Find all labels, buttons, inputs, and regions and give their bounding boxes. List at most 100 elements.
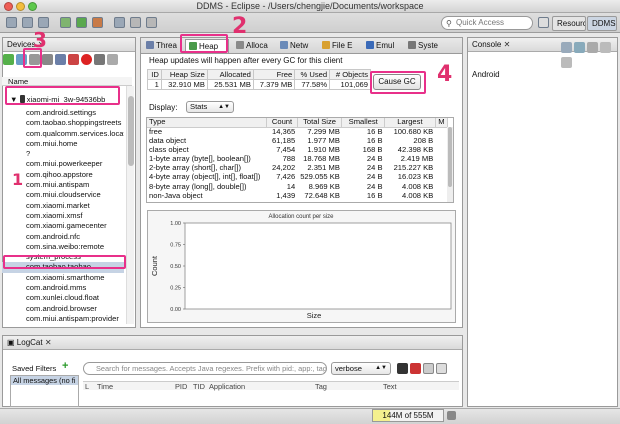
save-log-icon[interactable]: [397, 363, 408, 374]
stats-header-cell[interactable]: Total Size: [297, 117, 343, 128]
cause-gc-icon[interactable]: [42, 54, 53, 65]
scroll-lock-icon[interactable]: [436, 363, 447, 374]
summary-data-row[interactable]: 1 32.910 MB 25.531 MB 7.379 MB 77.58% 101,069: [147, 79, 371, 90]
summary-header-cell: Heap Size: [160, 69, 208, 80]
process-row[interactable]: ?: [2, 149, 124, 159]
tab-file-e[interactable]: File E: [319, 39, 359, 54]
perspective-ddms[interactable]: DDMS: [587, 16, 617, 31]
stats-header-row: Type Count Total Size Smallest Largest M: [147, 117, 449, 128]
stats-row[interactable]: free 14,365 7.299 MB 16 B 100.680 KB: [147, 127, 448, 136]
process-row[interactable]: com.android.browser: [2, 304, 124, 314]
open-console-icon[interactable]: [587, 42, 598, 53]
process-row[interactable]: com.xiaomi.xmsf: [2, 211, 124, 221]
process-row[interactable]: com.android.mms: [2, 283, 124, 293]
logcat-column-tid[interactable]: TID: [193, 382, 205, 391]
stats-row[interactable]: non-Java object 1,439 72.648 KB 16 B 4.008 K…: [147, 191, 448, 201]
console-title: Console: [472, 40, 502, 49]
run-icon[interactable]: [76, 17, 87, 28]
filter-all-messages[interactable]: All messages (no fi: [11, 376, 78, 385]
stats-cell: [435, 127, 447, 136]
annotation-box-heap-tab: [180, 34, 228, 53]
stop-process-icon[interactable]: [81, 54, 92, 65]
display-console-icon[interactable]: [574, 42, 585, 53]
logcat-column-text[interactable]: Text: [383, 382, 397, 391]
close-view-icon[interactable]: ✕: [45, 338, 52, 347]
stats-header-cell[interactable]: Largest: [384, 117, 436, 128]
process-row[interactable]: com.qualcomm.services.locat: [2, 129, 124, 139]
summary-cell: 25.531 MB: [206, 79, 254, 90]
process-row[interactable]: com.xiaomi.market: [2, 201, 124, 211]
quick-access-input[interactable]: ⚲ Quick Access: [441, 16, 533, 30]
search-icon[interactable]: [114, 17, 125, 28]
process-row[interactable]: com.xiaomi.smarthome: [2, 273, 124, 283]
screen-capture-icon[interactable]: [94, 54, 105, 65]
heap-status[interactable]: 144M of 555M: [372, 409, 444, 422]
console-toolbar: [560, 40, 620, 70]
external-tools-icon[interactable]: [92, 17, 103, 28]
logcat-column-time[interactable]: Time: [97, 382, 113, 391]
back-icon[interactable]: [130, 17, 141, 28]
process-row[interactable]: com.miui.cloudservice: [2, 190, 124, 200]
process-row[interactable]: com.miui.antispam:provider: [2, 314, 124, 324]
chart-y-tick-label: 0.75: [170, 243, 181, 249]
saved-filters-label: Saved Filters: [12, 364, 57, 373]
chart-y-tick-label: 0.50: [170, 264, 181, 270]
logcat-search-input[interactable]: Search for messages. Accepts Java regexe…: [83, 362, 327, 375]
print-icon[interactable]: [38, 17, 49, 28]
process-row[interactable]: com.xunlei.cloud.float: [2, 293, 124, 303]
update-threads-icon[interactable]: [55, 54, 66, 65]
logcat-column-header: L Time PID TID Application Tag Text: [83, 381, 459, 391]
scrollbar-thumb[interactable]: [128, 96, 134, 166]
log-level-select[interactable]: verbose ▲▼: [331, 362, 391, 375]
minimize-view-icon[interactable]: [600, 42, 611, 53]
stats-row[interactable]: 4-byte array (object[], int[], float[]) 7…: [147, 173, 448, 182]
process-list-scrollbar[interactable]: [126, 86, 134, 324]
stats-cell: [435, 192, 447, 201]
process-list: com.android.settings com.taobao.shoppings…: [2, 108, 124, 326]
process-row[interactable]: com.miui.powerkeeper: [2, 159, 124, 169]
stats-header-cell[interactable]: M: [435, 117, 449, 128]
logcat-column-l[interactable]: L: [85, 382, 89, 391]
pin-console-icon[interactable]: [561, 42, 572, 53]
debug-process-icon[interactable]: [3, 54, 14, 65]
start-tracing-icon[interactable]: [68, 54, 79, 65]
save-icon[interactable]: [22, 17, 33, 28]
close-view-icon[interactable]: ✕: [504, 40, 511, 49]
name-column-header[interactable]: Name: [2, 77, 132, 86]
maximize-view-icon[interactable]: [561, 57, 572, 68]
stats-header-cell[interactable]: Count: [266, 117, 298, 128]
debug-icon[interactable]: [60, 17, 71, 28]
tab-emul[interactable]: Emul: [363, 39, 401, 54]
logcat-column-application[interactable]: Application: [209, 382, 245, 391]
console-panel: Console ✕ Android: [467, 37, 618, 407]
stats-header-cell[interactable]: Type: [147, 117, 268, 128]
process-row[interactable]: com.xiaomi.gamecenter: [2, 221, 124, 231]
quick-access-placeholder: Quick Access: [456, 18, 505, 27]
stats-cell: 14,365: [272, 126, 296, 136]
process-row[interactable]: com.miui.home: [2, 139, 124, 149]
view-menu-icon[interactable]: [107, 54, 118, 65]
display-select[interactable]: Stats ▲▼: [186, 101, 234, 113]
scrollbar-thumb[interactable]: [448, 127, 452, 187]
process-row[interactable]: com.android.settings: [2, 108, 124, 118]
tab-netw[interactable]: Netw: [277, 39, 315, 54]
stats-scrollbar[interactable]: [447, 127, 453, 202]
tab-threa[interactable]: Threa: [143, 39, 181, 54]
toggle-filters-icon[interactable]: [423, 363, 434, 374]
perspective-resource[interactable]: Resource: [552, 16, 586, 31]
clear-log-icon[interactable]: [410, 363, 421, 374]
new-icon[interactable]: [6, 17, 17, 28]
process-row[interactable]: com.sina.weibo:remote: [2, 242, 124, 252]
logcat-column-tag[interactable]: Tag: [315, 382, 327, 391]
process-row[interactable]: com.taobao.shoppingstreets: [2, 118, 124, 128]
run-gc-icon[interactable]: [447, 411, 456, 420]
chart-y-tick-label: 1.00: [170, 221, 181, 227]
tab-alloca[interactable]: Alloca: [233, 39, 273, 54]
add-filter-icon[interactable]: +: [62, 360, 68, 372]
logcat-column-pid[interactable]: PID: [175, 382, 187, 391]
open-perspective-icon[interactable]: [538, 17, 549, 28]
tab-syste[interactable]: Syste: [405, 39, 443, 54]
process-row[interactable]: com.android.nfc: [2, 232, 124, 242]
stats-header-cell[interactable]: Smallest: [341, 117, 386, 128]
forward-icon[interactable]: [146, 17, 157, 28]
